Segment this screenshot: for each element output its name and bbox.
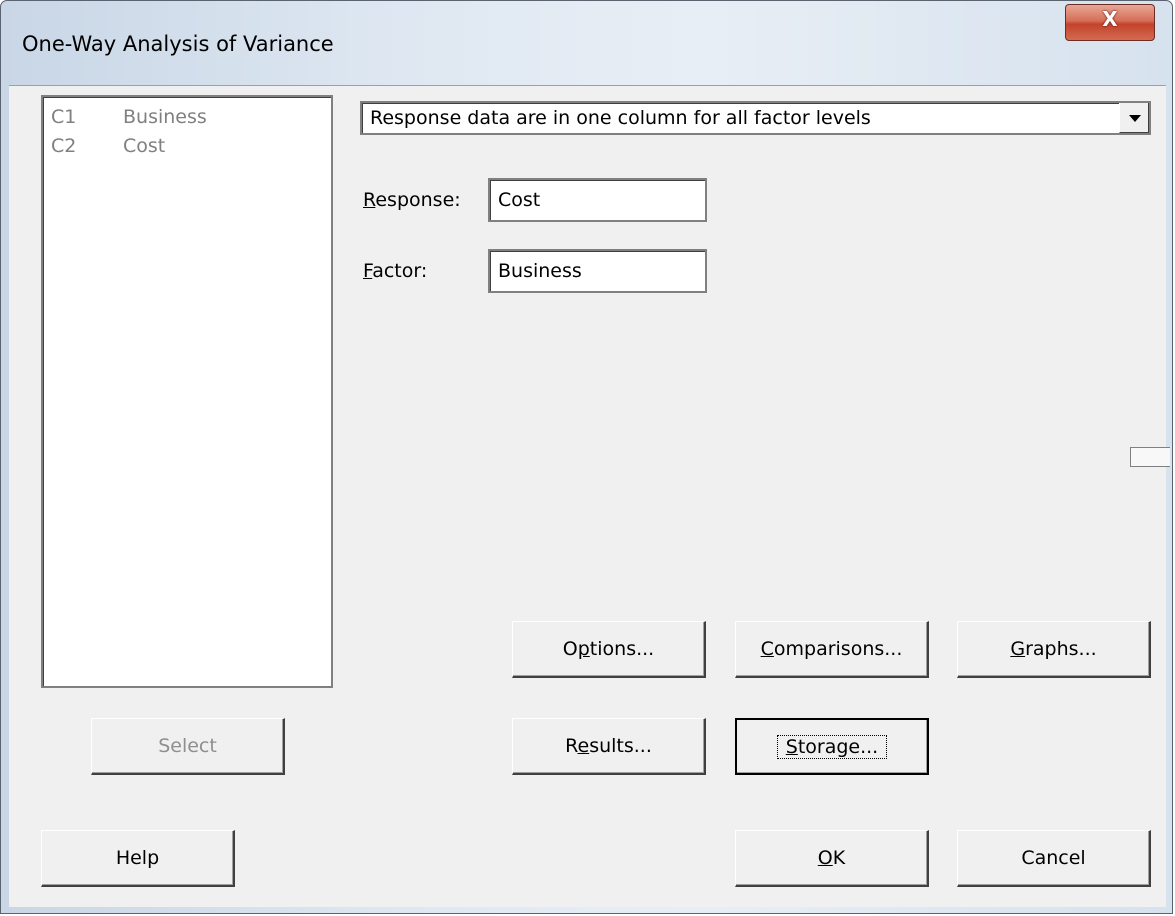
cancel-button[interactable]: Cancel (957, 830, 1151, 887)
title-bar[interactable]: One-Way Analysis of Variance X (1, 1, 1172, 85)
comparisons-button[interactable]: Comparisons... (735, 621, 929, 678)
ok-button[interactable]: OK (735, 830, 929, 887)
response-field[interactable]: Cost (488, 178, 707, 222)
factor-label: Factor: (363, 260, 428, 282)
storage-button[interactable]: Storage... (735, 718, 929, 775)
list-item[interactable]: C1 Business (51, 106, 207, 128)
graphs-button[interactable]: Graphs... (957, 621, 1151, 678)
results-button[interactable]: Results... (512, 718, 706, 775)
window-title: One-Way Analysis of Variance (22, 32, 334, 56)
dropdown-value: Response data are in one column for all … (370, 107, 871, 129)
list-item[interactable]: C2 Cost (51, 135, 165, 157)
dialog-body: C1 Business C2 Cost Select Response data a… (9, 85, 1170, 907)
select-button: Select (91, 718, 285, 775)
close-icon: X (1102, 7, 1118, 31)
column-name: Business (123, 106, 207, 128)
variable-listbox[interactable]: C1 Business C2 Cost (41, 95, 333, 688)
factor-field[interactable]: Business (488, 249, 707, 293)
column-id: C1 (51, 106, 77, 128)
dialog-window: One-Way Analysis of Variance X C1 Busines… (0, 0, 1173, 914)
data-layout-dropdown[interactable]: Response data are in one column for all … (360, 101, 1151, 135)
help-button[interactable]: Help (41, 830, 235, 887)
column-id: C2 (51, 135, 77, 157)
column-name: Cost (123, 135, 166, 157)
chevron-down-icon[interactable] (1119, 103, 1149, 133)
response-label: Response: (363, 189, 461, 211)
resize-handle[interactable] (1130, 447, 1170, 467)
options-button[interactable]: Options... (512, 621, 706, 678)
close-button[interactable]: X (1065, 4, 1155, 41)
